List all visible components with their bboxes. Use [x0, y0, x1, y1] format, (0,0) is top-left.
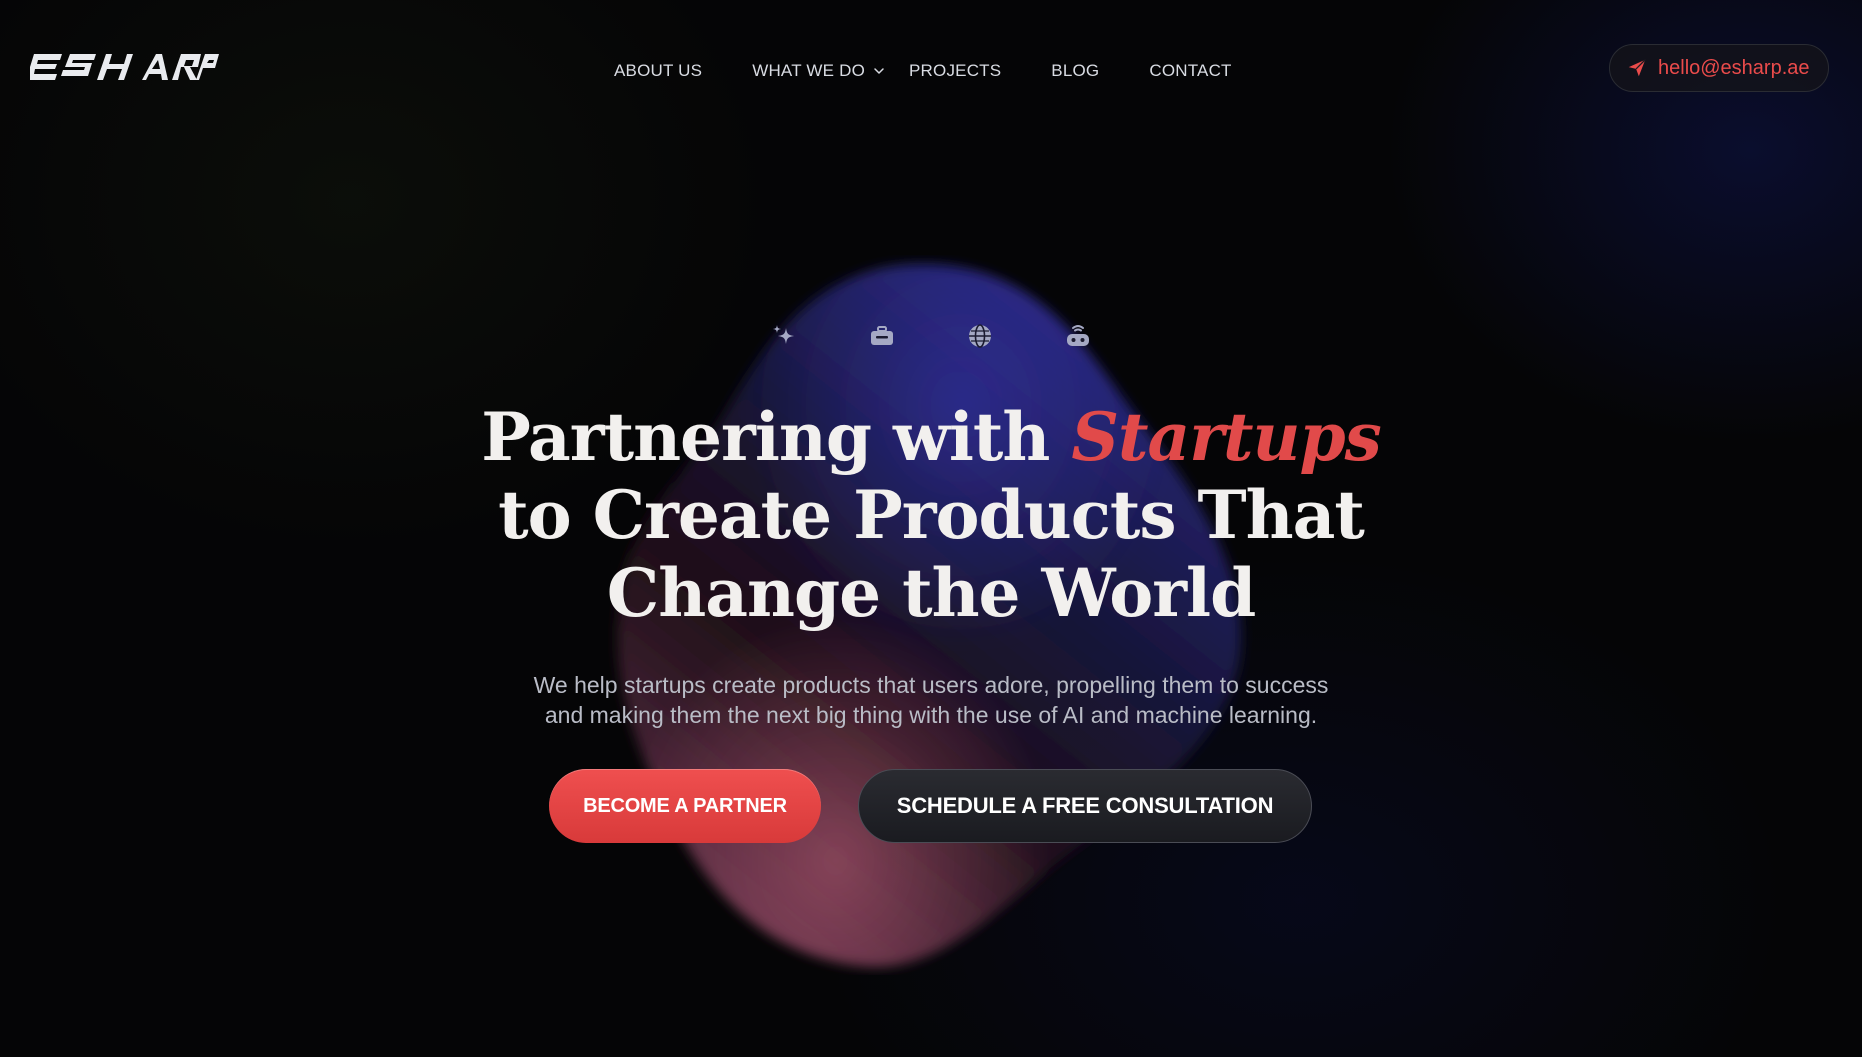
email-contact-button[interactable]: hello@esharp.ae — [1609, 44, 1829, 92]
sparkle-icon — [773, 325, 794, 344]
become-partner-label: BECOME A PARTNER — [583, 794, 787, 817]
headline-part1: Partnering with — [481, 398, 1072, 476]
schedule-consultation-button[interactable]: SCHEDULE A FREE CONSULTATION — [858, 769, 1312, 843]
schedule-consultation-label: SCHEDULE A FREE CONSULTATION — [896, 793, 1274, 818]
nav-contact-label: CONTACT — [1149, 61, 1232, 80]
esharp-logo[interactable] — [30, 48, 220, 88]
nav-projects[interactable]: PROJECTS — [909, 61, 1001, 81]
main-nav: ABOUT US WHAT WE DO PROJECTS BLOG CONTAC… — [614, 60, 1232, 82]
hero-icon-row — [770, 322, 1092, 350]
subtext-line2: and making them the next big thing with … — [544, 702, 1318, 728]
hero-subtext: We help startups create products that us… — [431, 670, 1431, 730]
landing-page: ABOUT US WHAT WE DO PROJECTS BLOG CONTAC… — [0, 0, 1862, 1057]
nav-about-us[interactable]: ABOUT US — [614, 61, 702, 81]
nav-blog-label: BLOG — [1051, 61, 1100, 80]
nav-blog[interactable]: BLOG — [1051, 61, 1099, 81]
nav-projects-label: PROJECTS — [909, 61, 1002, 80]
headline-line3: Change the World — [606, 554, 1257, 632]
hero-headline: Partnering with Startups to Create Produ… — [431, 398, 1431, 632]
headline-accent: Startups — [1071, 398, 1381, 476]
globe-icon — [969, 324, 991, 348]
toolbox-icon — [871, 326, 893, 345]
send-icon — [1628, 59, 1646, 77]
chevron-down-icon — [874, 68, 884, 74]
nav-about-us-label: ABOUT US — [614, 61, 703, 80]
nav-contact[interactable]: CONTACT — [1149, 61, 1231, 81]
become-partner-button[interactable]: BECOME A PARTNER — [549, 769, 821, 843]
robot-icon — [1067, 325, 1089, 346]
headline-line2: to Create Products That — [498, 476, 1365, 554]
email-address: hello@esharp.ae — [1658, 56, 1810, 79]
subtext-line1: We help startups create products that us… — [533, 672, 1329, 698]
nav-what-we-do-label: WHAT WE DO — [752, 61, 866, 80]
nav-what-we-do[interactable]: WHAT WE DO — [752, 61, 885, 81]
